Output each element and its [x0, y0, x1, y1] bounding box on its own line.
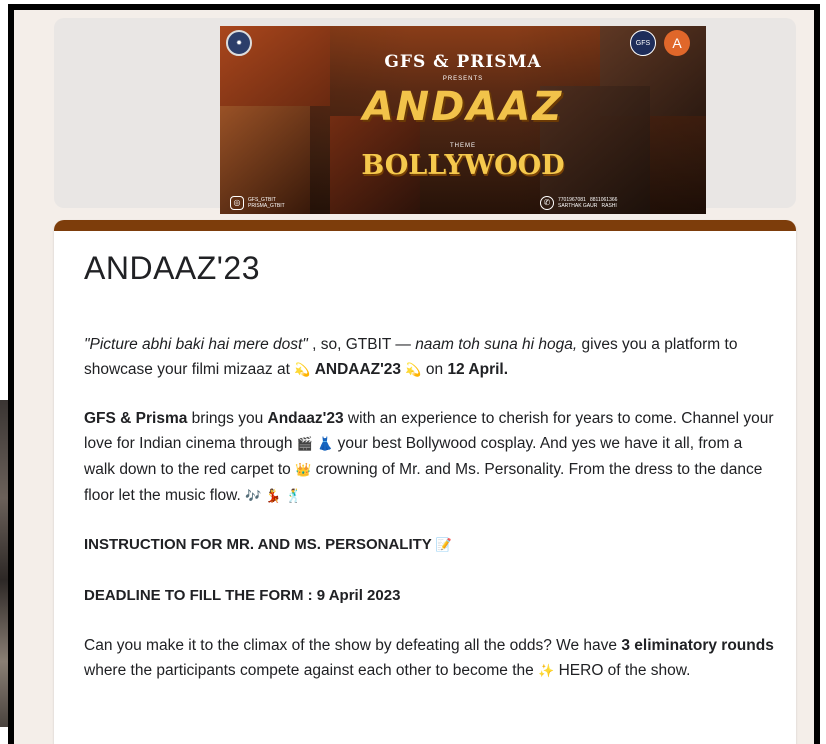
- banner-theme-name: BOLLYWOOD: [361, 150, 565, 181]
- quote-text: "Picture abhi baki hai mere dost": [84, 336, 308, 353]
- event-banner-image: ✹ GFS A GFS & PRISMA PRESENTS ANDAAZ THE…: [220, 26, 706, 214]
- event-date: 12 April.: [447, 361, 509, 378]
- text-span: where the participants compete against e…: [84, 662, 539, 679]
- instruction-heading: INSTRUCTION FOR MR. AND MS. PERSONALITY …: [84, 532, 774, 558]
- instagram-handles: ◎ GFS_GTBIT PRISMA_GTBIT: [230, 196, 285, 210]
- crown-emoji-icon: 👑: [295, 463, 312, 478]
- text-span: Can you make it to the climax of the sho…: [84, 637, 622, 654]
- text-span: brings you: [187, 410, 268, 427]
- memo-emoji-icon: 📝: [435, 538, 452, 553]
- clapper-dress-emoji-icon: 🎬 👗: [296, 437, 334, 452]
- description-paragraph: Can you make it to the climax of the sho…: [84, 633, 774, 684]
- banner-theme-label: THEME: [450, 143, 476, 149]
- banner-title: ANDAAZ: [362, 84, 564, 130]
- organizer-name: GFS & Prisma: [84, 410, 188, 427]
- form-title: ANDAAZ'23: [84, 250, 260, 286]
- dizzy-emoji-icon: 💫: [405, 363, 422, 378]
- text-span: on: [425, 361, 448, 378]
- description-paragraph: GFS & Prisma brings you Andaaz'23 with a…: [84, 406, 774, 509]
- event-name: ANDAAZ'23: [314, 361, 402, 378]
- instagram-icon: ◎: [230, 196, 244, 210]
- phone-icon: ✆: [540, 196, 554, 210]
- dizzy-emoji-icon: 💫: [294, 363, 311, 378]
- rounds-count: 3 eliminatory rounds: [621, 637, 774, 654]
- banner-brand: GFS & PRISMA: [384, 52, 542, 72]
- contact-names: SARTHAK GAUR RASHI: [558, 203, 617, 209]
- form-description-card: ANDAAZ'23 "Picture abhi baki hai mere do…: [54, 220, 796, 744]
- event-name: Andaaz'23: [267, 410, 344, 427]
- music-dance-emoji-icon: 🎶 💃 🕺: [245, 489, 302, 504]
- contact-numbers: ✆ 7701967081 8811061366 SARTHAK GAUR RAS…: [540, 196, 617, 210]
- form-accent-bar: [54, 220, 796, 231]
- instruction-text: INSTRUCTION FOR MR. AND MS. PERSONALITY: [84, 536, 432, 553]
- instagram-handle: PRISMA_GTBIT: [248, 203, 285, 209]
- deadline-heading: DEADLINE TO FILL THE FORM : 9 April 2023: [84, 587, 401, 604]
- header-image-card: ✹ GFS A GFS & PRISMA PRESENTS ANDAAZ THE…: [54, 18, 796, 214]
- text-span: , so, GTBIT —: [307, 336, 416, 353]
- text-span: HERO of the show.: [558, 662, 691, 679]
- banner-presents: PRESENTS: [442, 76, 484, 82]
- window-frame: ✹ GFS A GFS & PRISMA PRESENTS ANDAAZ THE…: [8, 4, 820, 744]
- italic-text: naam toh suna hi hoga,: [415, 336, 578, 353]
- sparkles-emoji-icon: ✨: [538, 664, 555, 679]
- description-paragraph: "Picture abhi baki hai mere dost" , so, …: [84, 332, 774, 383]
